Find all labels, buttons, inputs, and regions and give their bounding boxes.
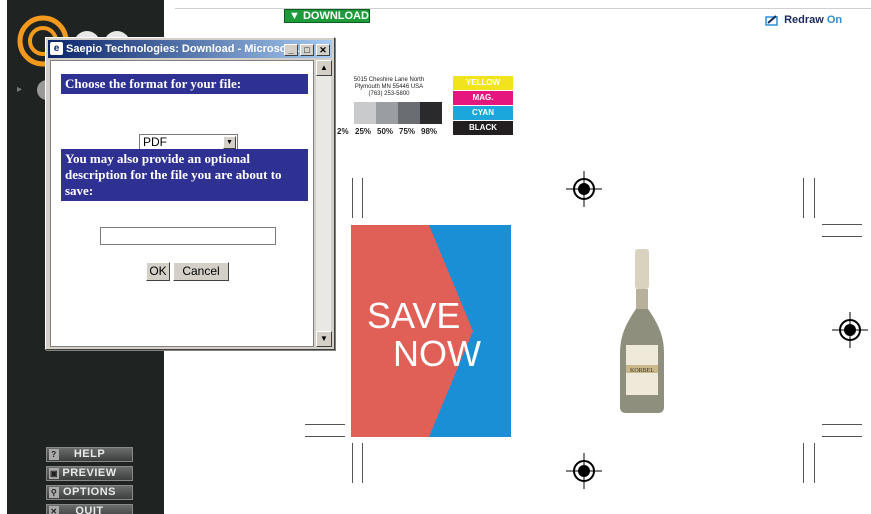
printer-address: 5015 Cheshire Lane North Plymouth MN 554… bbox=[344, 77, 434, 98]
cmyk-swatches: YELLOW MAG. CYAN BLACK bbox=[453, 76, 513, 136]
quit-button-label: QUIT bbox=[75, 505, 104, 514]
help-button-label: HELP bbox=[73, 448, 106, 460]
crop-mark bbox=[822, 224, 862, 225]
ie-icon: e bbox=[50, 42, 63, 55]
yellow-swatch: YELLOW bbox=[453, 76, 513, 90]
format-heading: Choose the format for your file: bbox=[61, 74, 308, 94]
chevron-down-icon[interactable]: ▼ bbox=[223, 136, 236, 149]
preview-button[interactable]: ▣ PREVIEW bbox=[46, 466, 133, 481]
gray-swatch bbox=[354, 102, 376, 124]
registration-mark-icon bbox=[832, 312, 868, 348]
crop-mark bbox=[362, 178, 363, 218]
magnifier-icon: ⚲ bbox=[49, 487, 59, 498]
address-line: 5015 Cheshire Lane North bbox=[353, 77, 425, 83]
crop-mark bbox=[822, 424, 862, 425]
address-line: (763) 253-5800 bbox=[368, 91, 410, 97]
x-icon: ✕ bbox=[49, 506, 59, 514]
ad-line-2: NOW bbox=[393, 333, 481, 374]
help-button[interactable]: ? HELP bbox=[46, 447, 133, 462]
save-now-ad: SAVE NOW bbox=[351, 225, 511, 437]
ad-line-1: SAVE bbox=[367, 295, 461, 336]
gray-label: 50% bbox=[377, 127, 394, 136]
champagne-bottle-image: KORBEL bbox=[620, 249, 664, 413]
window-controls: _ □ ✕ bbox=[284, 44, 330, 56]
redraw-toggle[interactable]: Redraw On bbox=[765, 14, 842, 26]
download-label: DOWNLOAD bbox=[302, 10, 369, 22]
question-icon: ? bbox=[49, 449, 59, 460]
crop-mark bbox=[822, 436, 862, 437]
scroll-down-icon[interactable]: ▼ bbox=[316, 331, 332, 347]
scroll-up-icon[interactable]: ▲ bbox=[316, 60, 332, 76]
options-button-label: OPTIONS bbox=[62, 486, 116, 498]
crop-mark bbox=[305, 436, 345, 437]
description-input[interactable] bbox=[100, 227, 276, 245]
dialog-titlebar[interactable]: e Saepio Technologies: Download - Micros… bbox=[48, 40, 332, 58]
expand-arrow-icon[interactable]: ▸ bbox=[17, 84, 22, 95]
crop-mark bbox=[814, 178, 815, 218]
address-line: Plymouth MN 55446 USA bbox=[354, 84, 424, 90]
gray-label: 25% bbox=[355, 127, 372, 136]
gray-swatch bbox=[398, 102, 420, 124]
download-dialog: e Saepio Technologies: Download - Micros… bbox=[45, 37, 335, 350]
crop-mark bbox=[305, 424, 345, 425]
crop-mark bbox=[352, 443, 353, 483]
gray-swatch bbox=[376, 102, 398, 124]
crop-mark bbox=[822, 236, 862, 237]
app-window: ▸ P ? HELP ▣ PREVIEW ⚲ OPTIONS ✕ QUIT ▼ … bbox=[0, 0, 871, 514]
black-swatch: BLACK bbox=[453, 121, 513, 135]
gray-label: 75% bbox=[399, 127, 416, 136]
crop-mark bbox=[803, 178, 804, 218]
download-arrow-icon: ▼ bbox=[289, 10, 300, 22]
crop-mark bbox=[352, 178, 353, 218]
redraw-icon bbox=[765, 14, 778, 26]
options-button[interactable]: ⚲ OPTIONS bbox=[46, 485, 133, 500]
magenta-swatch: MAG. bbox=[453, 91, 513, 105]
crop-mark bbox=[362, 443, 363, 483]
dialog-scrollbar[interactable]: ▲ ▼ bbox=[315, 60, 332, 347]
ok-button[interactable]: OK bbox=[146, 262, 170, 281]
dialog-content: Choose the format for your file: PDF ▼ Y… bbox=[50, 60, 314, 347]
crop-mark bbox=[803, 443, 804, 483]
gray-label: 98% bbox=[421, 127, 438, 136]
preview-button-label: PREVIEW bbox=[62, 467, 117, 479]
cyan-swatch: CYAN bbox=[453, 106, 513, 120]
format-select-value: PDF bbox=[143, 135, 167, 149]
registration-mark-icon bbox=[566, 171, 602, 207]
maximize-button[interactable]: □ bbox=[300, 44, 314, 56]
gray-swatch bbox=[420, 102, 442, 124]
gray-label: 2% bbox=[337, 127, 349, 136]
preview-icon: ▣ bbox=[49, 468, 59, 479]
redraw-label: Redraw bbox=[784, 14, 824, 26]
download-button[interactable]: ▼ DOWNLOAD bbox=[284, 9, 370, 23]
ad-headline: SAVE NOW bbox=[367, 297, 481, 373]
cancel-button[interactable]: Cancel bbox=[173, 262, 229, 281]
bottle-label: KORBEL bbox=[630, 368, 654, 374]
quit-button[interactable]: ✕ QUIT bbox=[46, 504, 133, 514]
canvas-top-divider bbox=[175, 8, 871, 9]
description-heading: You may also provide an optional descrip… bbox=[61, 149, 308, 201]
minimize-button[interactable]: _ bbox=[284, 44, 298, 56]
registration-mark-icon bbox=[566, 453, 602, 489]
close-button[interactable]: ✕ bbox=[316, 44, 330, 56]
crop-mark bbox=[814, 443, 815, 483]
redraw-state: On bbox=[826, 14, 843, 26]
dialog-title: Saepio Technologies: Download - Microsof… bbox=[66, 43, 306, 55]
